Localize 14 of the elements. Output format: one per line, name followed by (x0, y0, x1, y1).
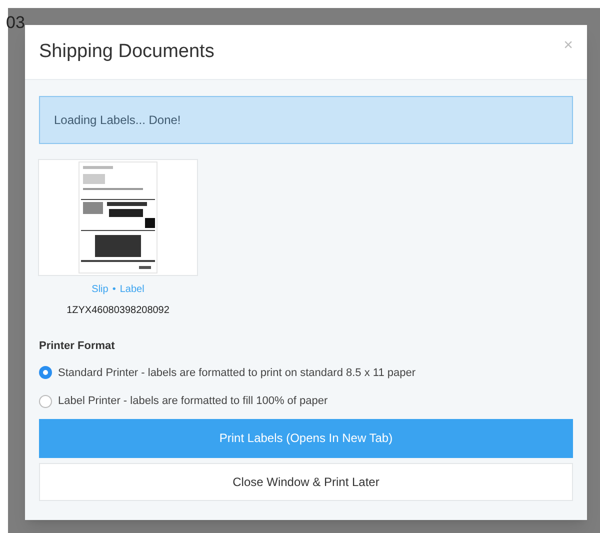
radio-button[interactable] (39, 366, 52, 380)
radio-option[interactable]: Standard Printer - labels are formatted to print on standard 8.5 x 11 paper (39, 364, 573, 381)
radio-option[interactable]: Label Printer - labels are formatted to fill 100% of paper (39, 393, 573, 410)
document-link[interactable]: Slip (92, 282, 108, 297)
section-heading: Printer Format (39, 339, 116, 354)
close-button[interactable]: × (564, 38, 573, 54)
radio-button[interactable] (39, 394, 52, 408)
document-link[interactable]: Label (120, 282, 144, 297)
modal-title: Shipping Documents (39, 40, 214, 64)
status-alert: Loading Labels... Done! (39, 96, 573, 144)
tracking-number: 1ZYX46080398208092 (66, 304, 170, 318)
separator-dot: • (112, 283, 116, 297)
close-window-button[interactable]: Close Window & Print Later (39, 462, 573, 500)
print-button[interactable]: Print Labels (Opens In New Tab) (39, 418, 573, 458)
